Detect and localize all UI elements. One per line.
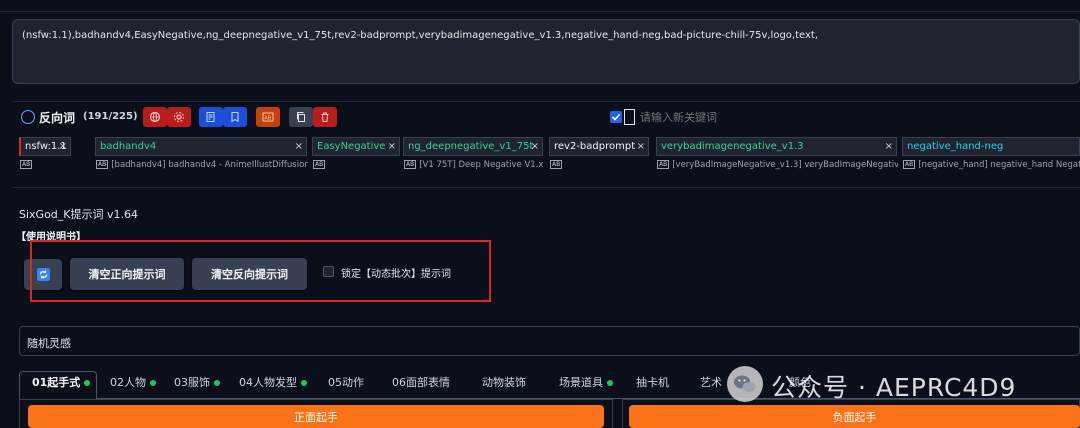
tag-label: ng_deepnegative_v1_75t xyxy=(408,141,534,152)
tag-item[interactable]: badhandv4 × xyxy=(95,137,307,156)
ab-icon: AB xyxy=(657,160,670,169)
ab-text-icon[interactable]: AB xyxy=(256,107,280,127)
status-dot xyxy=(84,380,91,386)
token-count: (191/225) xyxy=(83,111,138,122)
tag-sub: AB [veryBadImageNegative_v1.3] veryBadIma… xyxy=(657,158,898,172)
close-icon[interactable]: × xyxy=(388,138,396,155)
ab-icon: AB xyxy=(404,160,417,169)
close-icon[interactable]: × xyxy=(59,138,67,155)
tab-gacha[interactable]: 抽卡机 xyxy=(636,374,669,390)
tag-sub: AB xyxy=(550,158,650,172)
status-dot xyxy=(301,380,307,386)
tab-01[interactable]: 01起手式 xyxy=(32,374,91,390)
negative-prompt-textarea[interactable]: (nsfw:1.1),badhandv4,EasyNegative,ng_dee… xyxy=(12,19,1080,84)
close-icon[interactable]: × xyxy=(295,138,303,155)
status-dot xyxy=(150,380,156,386)
enable-checkbox[interactable] xyxy=(610,111,622,123)
status-dot xyxy=(607,380,613,386)
tab-art[interactable]: 艺术 xyxy=(700,374,722,390)
tag-sub: AB [negative_hand] negative_hand Negati xyxy=(903,158,1080,172)
close-icon[interactable]: × xyxy=(531,138,539,155)
status-dot xyxy=(214,380,220,386)
tab-04[interactable]: 04人物发型 xyxy=(239,374,307,390)
tag-item[interactable]: rev2-badprompt × xyxy=(549,137,649,156)
negative-title: 反向词 xyxy=(39,111,76,125)
translate-icon[interactable] xyxy=(143,107,167,127)
tab-03[interactable]: 03服饰 xyxy=(174,374,220,390)
tag-label: negative_hand-neg xyxy=(907,141,1004,152)
tag-sub: AB xyxy=(313,158,399,172)
tag-sub-label: [V1 75T] Deep Negative V1.x xyxy=(419,160,544,170)
new-keyword-input[interactable] xyxy=(640,106,1080,128)
tab-scene[interactable]: 场景道具 xyxy=(559,374,613,390)
ab-icon: AB xyxy=(903,160,916,169)
ab-icon: AB xyxy=(20,160,33,169)
tag-item[interactable]: nsfw:1.1 × xyxy=(19,137,71,156)
bookmark-icon[interactable] xyxy=(223,107,247,127)
wechat-logo xyxy=(727,366,763,402)
tab-05[interactable]: 05动作 xyxy=(328,374,364,390)
top-strip xyxy=(0,0,1080,12)
tab-animal[interactable]: 动物装饰 xyxy=(482,374,526,390)
tag-sub: AB [V1 75T] Deep Negative V1.x xyxy=(404,158,544,172)
edit-list-icon[interactable] xyxy=(199,107,223,127)
panel-title: SixGod_K提示词 v1.64 xyxy=(19,208,138,221)
text-cursor-icon xyxy=(624,109,635,125)
random-inspiration-label: 随机灵感 xyxy=(27,337,71,350)
ab-icon: AB xyxy=(313,160,326,169)
tag-item[interactable]: negative_hand-neg xyxy=(902,137,1080,156)
tab-06[interactable]: 06面部表情 xyxy=(392,374,450,390)
watermark-text: 公众号 · AEPRC4D9 xyxy=(771,373,1017,402)
tag-label: EasyNegative xyxy=(317,141,386,152)
positive-start-button[interactable]: 正面起手 xyxy=(28,405,604,428)
tag-sub: AB xyxy=(20,158,90,172)
highlight-box xyxy=(30,240,491,302)
svg-text:AB: AB xyxy=(264,115,271,121)
tag-item[interactable]: EasyNegative × xyxy=(312,137,400,156)
close-icon[interactable]: × xyxy=(885,138,893,155)
tag-sub-label: [veryBadImageNegative_v1.3] veryBadImage… xyxy=(672,160,898,170)
copy-icon[interactable] xyxy=(289,107,313,127)
ab-icon: AB xyxy=(550,160,563,169)
tab-02[interactable]: 02人物 xyxy=(110,374,156,390)
tag-sub: AB [badhandv4] badhandv4 - AnimeIllustDif… xyxy=(96,158,308,172)
tag-label: badhandv4 xyxy=(100,141,157,152)
tag-label: verybadimagenegative_v1.3 xyxy=(661,141,804,152)
tag-sub-label: [badhandv4] badhandv4 - AnimeIllustDiffu… xyxy=(111,160,308,170)
random-inspiration-row[interactable]: 随机灵感 xyxy=(19,326,1080,356)
ab-icon: AB xyxy=(96,160,109,169)
tag-sub-label: [negative_hand] negative_hand Negati xyxy=(918,160,1080,170)
negative-toolbar: 反向词 (191/225) AB xyxy=(12,101,1080,131)
close-icon[interactable]: × xyxy=(637,138,645,155)
tag-item[interactable]: ng_deepnegative_v1_75t × xyxy=(403,137,543,156)
trash-icon[interactable] xyxy=(313,107,337,127)
settings-gear-icon[interactable] xyxy=(167,107,191,127)
tag-item[interactable]: verybadimagenegative_v1.3 × xyxy=(656,137,897,156)
collapse-check-icon[interactable] xyxy=(21,110,35,124)
negative-start-button[interactable]: 负面起手 xyxy=(629,405,1080,428)
tag-label: rev2-badprompt xyxy=(554,141,636,152)
